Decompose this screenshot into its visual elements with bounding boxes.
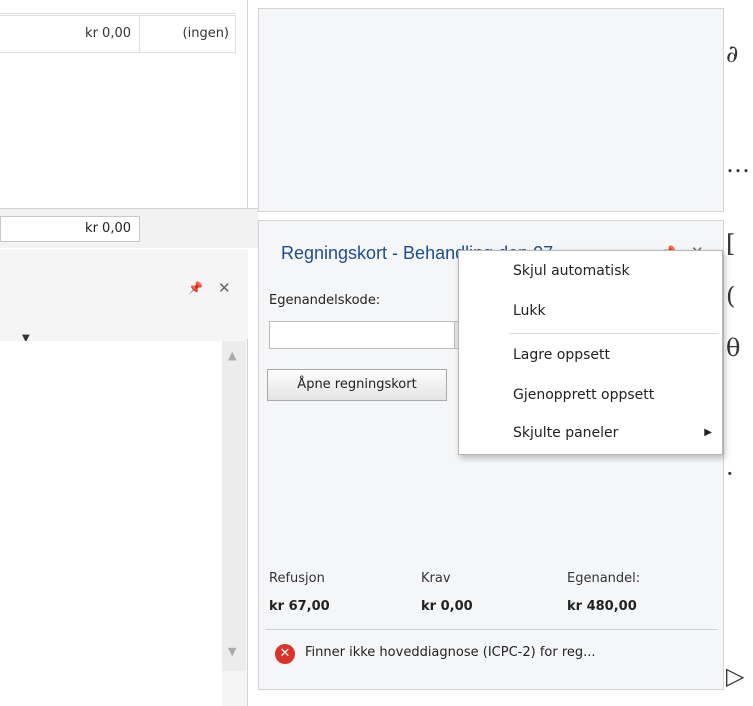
divider [265,629,717,630]
reference-cell: (ingen) [140,16,236,52]
menu-item-hidden-panels-label: Skjulte paneler [513,425,619,441]
error-icon: ✕ [275,644,295,664]
open-billing-card-button[interactable]: Åpne regningskort [267,369,447,401]
toolbar-glyph: ▷ [726,662,745,690]
toolbar-glyph: · [726,460,734,488]
menu-item-close[interactable]: Lukk [459,295,722,327]
total-amount-field: kr 0,00 [0,216,140,242]
copay-code-input[interactable] [269,321,455,349]
scroll-down-icon[interactable]: ▼ [228,645,236,658]
copay-label: Egenandel: [567,571,641,586]
menu-item-hidden-panels[interactable]: Skjulte paneler ▶ [459,417,722,449]
copay-code-label: Egenandelskode: [269,293,381,308]
table-row[interactable]: kr 0,00 (ingen) [0,15,236,53]
menu-separator [509,333,719,334]
close-icon[interactable]: ✕ [218,279,231,297]
context-menu: Skjul automatisk Lukk Lagre oppsett Gjen… [458,250,723,455]
amount-cell: kr 0,00 [0,16,140,52]
pin-icon[interactable]: 📌 [188,281,203,295]
menu-item-save-layout[interactable]: Lagre oppsett [459,339,722,371]
claim-value: kr 0,00 [421,599,473,614]
copay-value: kr 480,00 [567,599,637,614]
left-panel-header [0,249,248,339]
upper-dock-panel [258,8,724,212]
menu-item-auto-hide[interactable]: Skjul automatisk [459,255,722,287]
data-grid: kr 0,00 (ingen) [0,0,248,208]
toolbar-glyph: ∂ [726,40,739,68]
scroll-up-icon[interactable]: ▲ [228,349,236,362]
toolbar-glyph: ( [726,282,736,310]
refund-value: kr 67,00 [269,599,330,614]
toolbar-glyph: θ [726,334,741,362]
menu-item-restore-layout[interactable]: Gjenopprett oppsett [459,379,722,411]
toolbar-glyph: [ [726,230,736,258]
toolbar-glyph: … [726,150,750,178]
submenu-arrow-icon: ▶ [704,427,712,438]
claim-label: Krav [421,571,451,586]
refund-label: Refusjon [269,571,325,586]
grid-row-partial [0,0,236,14]
left-panel-list[interactable] [0,341,222,706]
error-message[interactable]: Finner ikke hoveddiagnose (ICPC-2) for r… [305,645,596,660]
vertical-scrollbar[interactable] [222,341,246,671]
left-dock-panel: 📌 ✕ ▼ ▲ ▼ [0,249,248,706]
right-toolbar: ∂ … [ ( θ · ▷ [726,0,753,706]
